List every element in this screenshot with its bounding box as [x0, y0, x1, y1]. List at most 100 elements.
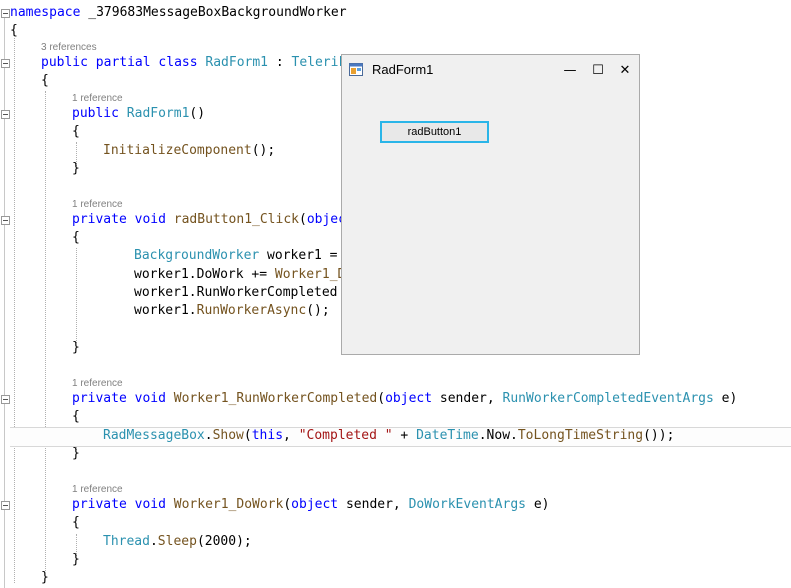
- code-token: "Completed ": [298, 428, 393, 443]
- code-line[interactable]: }: [72, 551, 80, 569]
- form-app-icon: [349, 63, 363, 76]
- code-token: {: [72, 515, 80, 530]
- minimize-button[interactable]: —: [558, 59, 582, 81]
- code-token: sender,: [338, 497, 409, 512]
- code-line[interactable]: {: [10, 22, 18, 40]
- fold-completed-icon[interactable]: [1, 395, 10, 404]
- code-token: }: [72, 446, 80, 461]
- code-line[interactable]: {: [72, 514, 80, 532]
- code-line[interactable]: private void Worker1_DoWork(object sende…: [72, 496, 549, 514]
- code-token: {: [41, 73, 49, 88]
- code-token: radButton1_Click: [173, 212, 299, 227]
- code-token: }: [41, 570, 49, 585]
- code-token: }: [72, 340, 80, 355]
- code-token: partial: [95, 55, 151, 70]
- code-line[interactable]: worker1.DoWork += Worker1_D: [134, 266, 345, 284]
- code-token: Sleep: [157, 534, 197, 549]
- code-line[interactable]: Thread.Sleep(2000);: [103, 533, 252, 551]
- code-token: RadForm1: [205, 55, 269, 70]
- code-line[interactable]: public RadForm1(): [72, 105, 205, 123]
- code-token: +=: [243, 267, 275, 282]
- code-token: RunWorkerCompletedEventArgs: [502, 391, 714, 406]
- code-token: InitializeComponent: [103, 143, 252, 158]
- code-token: _379683MessageBoxBackgroundWorker: [80, 5, 347, 20]
- fold-namespace-icon[interactable]: [1, 9, 10, 18]
- code-line[interactable]: {: [72, 229, 80, 247]
- code-token: }: [72, 161, 80, 176]
- code-token: (: [196, 534, 205, 549]
- codelens-ctor-references[interactable]: 1 reference: [72, 93, 123, 105]
- fold-dowork-icon[interactable]: [1, 501, 10, 510]
- code-token: .: [204, 428, 213, 443]
- close-button[interactable]: ✕: [613, 59, 637, 81]
- code-token: e): [526, 497, 550, 512]
- code-line[interactable]: worker1.RunWorkerAsync();: [134, 302, 330, 320]
- indent-guide: [14, 38, 15, 583]
- codelens-completed-references[interactable]: 1 reference: [72, 378, 123, 390]
- indent-guide: [76, 248, 77, 343]
- code-token: worker1.RunWorkerCompleted: [134, 285, 338, 300]
- code-line[interactable]: }: [41, 569, 49, 587]
- code-token: void: [134, 497, 166, 512]
- code-token: class: [158, 55, 198, 70]
- code-line[interactable]: RadMessageBox.Show(this, "Completed " + …: [103, 427, 674, 445]
- code-token: ,: [283, 428, 299, 443]
- code-line[interactable]: public partial class RadForm1 : Telerik: [41, 54, 346, 72]
- code-token: 2000: [204, 534, 237, 549]
- radform1-window[interactable]: RadForm1 — ☐ ✕ radButton1: [341, 54, 640, 355]
- fold-class-icon[interactable]: [1, 59, 10, 68]
- code-token: {: [72, 230, 80, 245]
- code-line[interactable]: BackgroundWorker worker1 =: [134, 247, 338, 265]
- codelens-click-references[interactable]: 1 reference: [72, 199, 123, 211]
- code-line[interactable]: {: [41, 72, 49, 90]
- code-token: RadForm1: [126, 106, 190, 121]
- code-token: worker1 =: [259, 248, 338, 263]
- code-line[interactable]: private void radButton1_Click(objec: [72, 211, 346, 229]
- code-token: ());: [643, 428, 675, 443]
- fold-click-icon[interactable]: [1, 216, 10, 225]
- code-token: Worker1_D: [274, 267, 346, 282]
- code-token: RunWorkerAsync: [196, 303, 307, 318]
- code-line[interactable]: }: [72, 339, 80, 357]
- code-token: }: [72, 552, 80, 567]
- code-token: +: [392, 428, 417, 443]
- radbutton1[interactable]: radButton1: [380, 121, 489, 143]
- code-token: .Now.: [478, 428, 518, 443]
- code-line[interactable]: InitializeComponent();: [103, 142, 275, 160]
- indent-guide: [45, 91, 46, 571]
- code-line[interactable]: {: [72, 123, 80, 141]
- code-token: ();: [251, 143, 276, 158]
- code-token: Thread: [103, 534, 150, 549]
- code-token: public: [41, 55, 88, 70]
- fold-ctor-icon[interactable]: [1, 110, 10, 119]
- window-titlebar[interactable]: RadForm1 — ☐ ✕: [342, 55, 639, 85]
- codelens-dowork-references[interactable]: 1 reference: [72, 484, 123, 496]
- code-token: {: [72, 124, 80, 139]
- code-line[interactable]: {: [72, 408, 80, 426]
- code-line[interactable]: }: [72, 160, 80, 178]
- code-line[interactable]: }: [72, 445, 80, 463]
- code-token: private: [72, 212, 127, 227]
- code-token: Telerik: [291, 55, 347, 70]
- code-token: :: [268, 55, 292, 70]
- code-token: Worker1_DoWork: [173, 497, 284, 512]
- code-line[interactable]: worker1.RunWorkerCompleted: [134, 284, 338, 302]
- code-line[interactable]: private void Worker1_RunWorkerCompleted(…: [72, 390, 737, 408]
- code-line[interactable]: namespace _379683MessageBoxBackgroundWor…: [10, 4, 347, 22]
- code-token: public: [72, 106, 119, 121]
- maximize-button[interactable]: ☐: [586, 59, 610, 81]
- code-token: void: [134, 391, 166, 406]
- codelens-class-references[interactable]: 3 references: [41, 42, 97, 54]
- code-token: ToLongTimeString: [517, 428, 644, 443]
- code-token: );: [236, 534, 252, 549]
- code-token: {: [10, 23, 18, 38]
- code-token: .: [149, 534, 158, 549]
- code-token: RadMessageBox: [103, 428, 205, 443]
- code-token: e): [713, 391, 738, 406]
- code-token: (: [299, 212, 307, 227]
